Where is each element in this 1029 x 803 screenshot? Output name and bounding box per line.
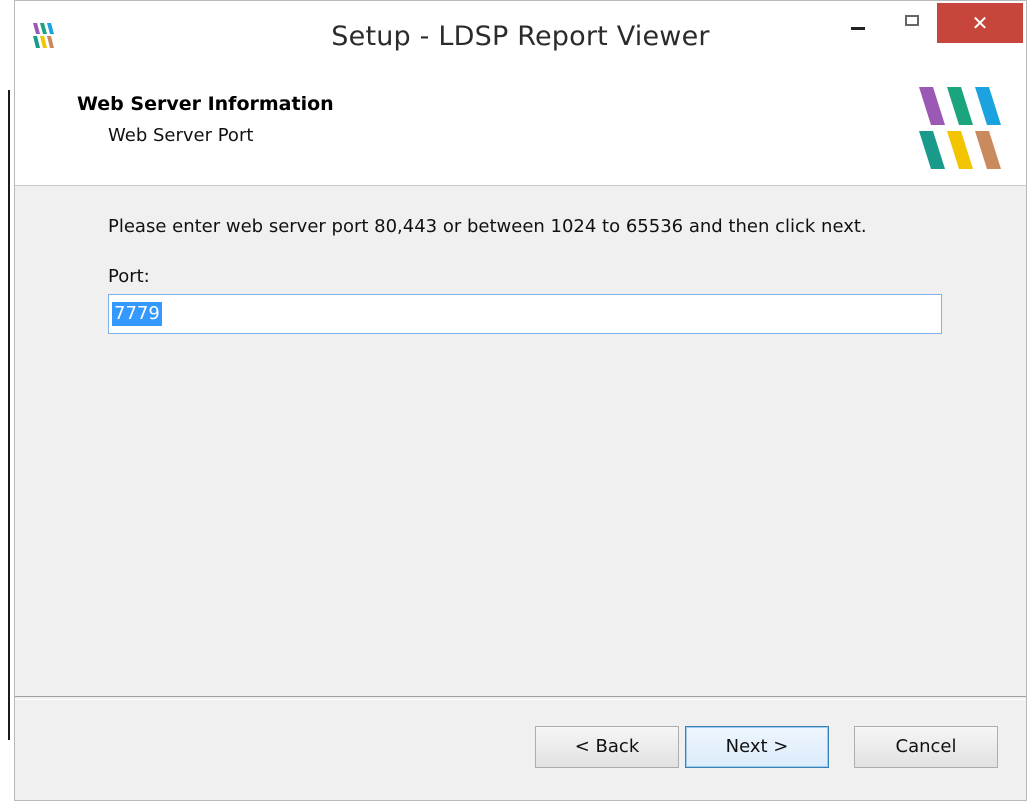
desktop-background <box>0 0 12 803</box>
cancel-button[interactable]: Cancel <box>854 726 998 768</box>
port-input-value: 7779 <box>112 302 162 326</box>
ldsp-logo-icon <box>919 87 1001 169</box>
back-button[interactable]: < Back <box>535 726 679 768</box>
maximize-button[interactable] <box>891 1 935 45</box>
footer-divider <box>15 696 1026 700</box>
port-input[interactable]: 7779 <box>108 294 942 334</box>
instructions-text: Please enter web server port 80,443 or b… <box>108 216 867 237</box>
setup-window: Setup - LDSP Report Viewer ✕ Web Server … <box>14 0 1027 801</box>
minimize-icon <box>851 27 865 30</box>
wizard-header: Web Server Information Web Server Port <box>15 77 1026 186</box>
wizard-body: Please enter web server port 80,443 or b… <box>15 186 1026 695</box>
page-title: Web Server Information <box>77 93 334 115</box>
port-label: Port: <box>108 266 150 287</box>
next-button[interactable]: Next > <box>685 726 829 768</box>
page-subtitle: Web Server Port <box>108 125 254 146</box>
maximize-icon <box>905 15 919 26</box>
title-bar[interactable]: Setup - LDSP Report Viewer ✕ <box>15 1 1026 77</box>
close-icon: ✕ <box>971 11 989 35</box>
close-button[interactable]: ✕ <box>937 3 1023 43</box>
minimize-button[interactable] <box>837 1 881 45</box>
